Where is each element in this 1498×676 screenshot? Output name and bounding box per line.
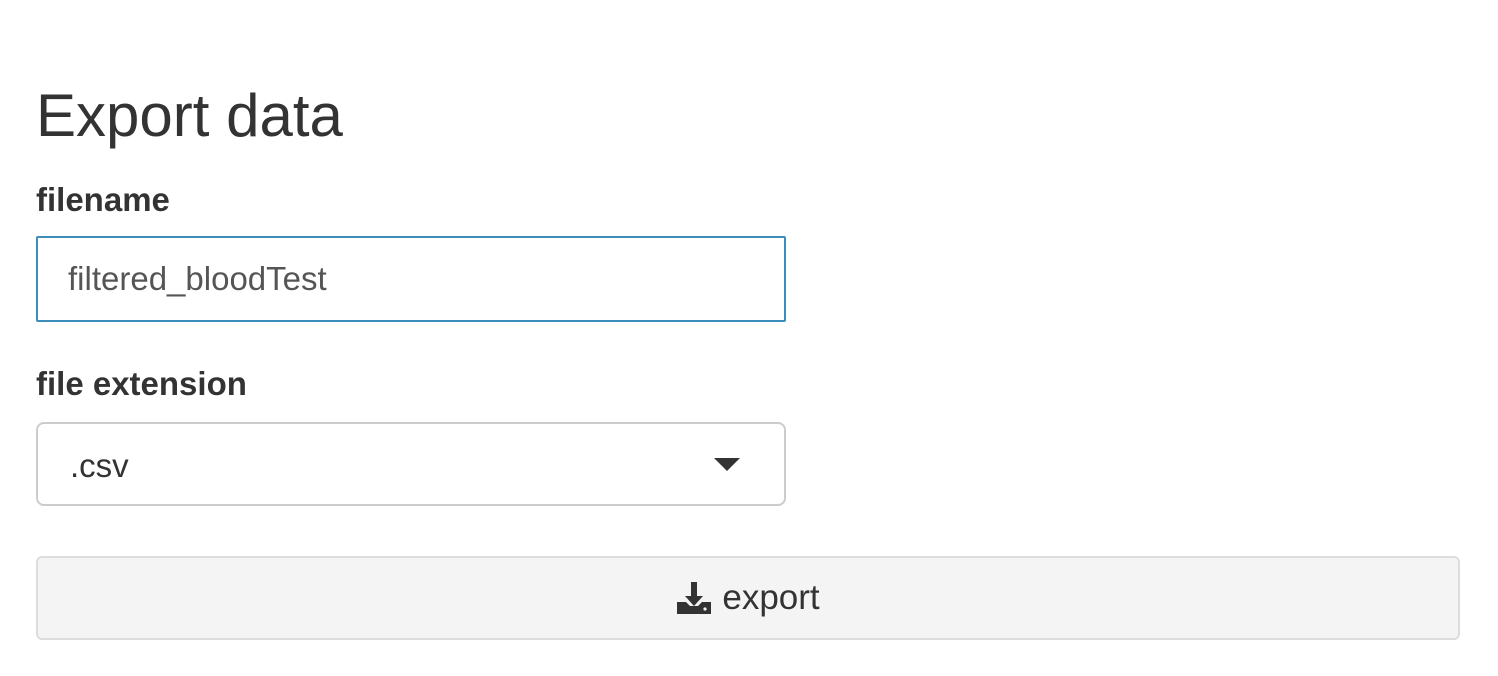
page-title: Export data [36, 82, 343, 149]
download-icon [677, 582, 712, 614]
file-extension-label: file extension [36, 365, 247, 402]
filename-label: filename [36, 181, 170, 218]
export-data-panel: Export data filename file extension .csv… [0, 0, 1498, 676]
file-extension-selected-value: .csv [70, 447, 129, 484]
export-button-label: export [722, 578, 820, 617]
export-button[interactable]: export [36, 556, 1460, 640]
file-extension-select[interactable]: .csv [36, 422, 786, 506]
chevron-down-icon [714, 458, 740, 471]
filename-input[interactable] [36, 236, 786, 322]
